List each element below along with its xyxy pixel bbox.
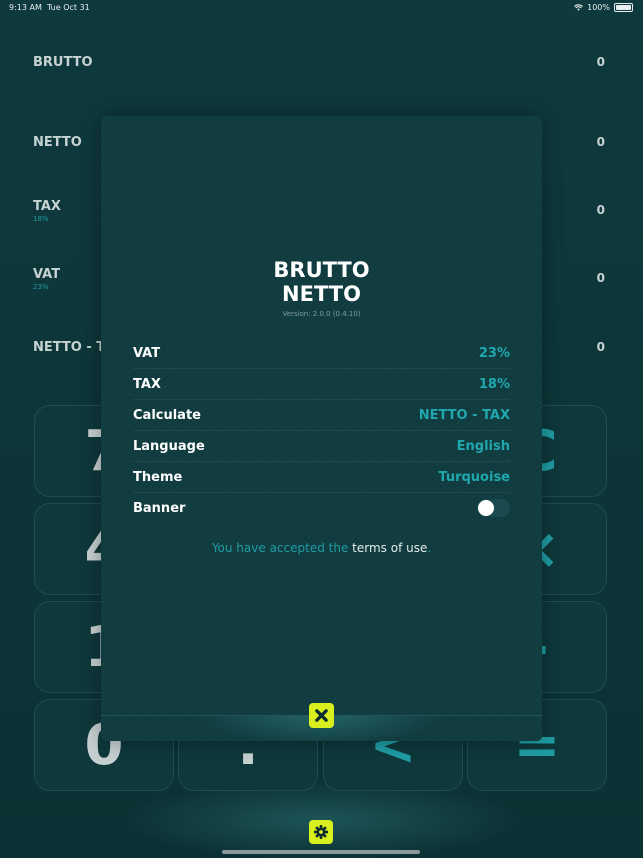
row-value: 0	[596, 203, 605, 217]
row-value: 0	[596, 55, 605, 69]
setting-label: TAX	[133, 376, 161, 392]
setting-calculate[interactable]: Calculate NETTO - TAX	[133, 400, 510, 431]
close-icon	[315, 709, 328, 722]
row-value: 0	[596, 135, 605, 149]
close-button[interactable]	[309, 703, 334, 728]
status-right: 100%	[574, 3, 633, 12]
status-bar: 9:13 AM Tue Oct 31 100%	[0, 0, 643, 16]
row-label: BRUTTO	[33, 55, 93, 70]
setting-value: Turquoise	[438, 469, 510, 485]
settings-modal: BRUTTO NETTO Version: 2.0.0 (0.4.10) VAT…	[101, 116, 542, 741]
settings-list: VAT 23% TAX 18% Calculate NETTO - TAX La…	[133, 338, 510, 523]
setting-value: English	[456, 438, 510, 454]
setting-value: 23%	[478, 345, 510, 361]
setting-theme[interactable]: Theme Turquoise	[133, 462, 510, 493]
app-title: BRUTTO NETTO	[273, 258, 370, 306]
battery-percent: 100%	[587, 3, 610, 12]
setting-value: 18%	[478, 376, 510, 392]
setting-vat[interactable]: VAT 23%	[133, 338, 510, 369]
home-indicator	[222, 850, 420, 854]
toggle-knob	[478, 500, 494, 516]
row-value: 0	[596, 271, 605, 285]
setting-value: NETTO - TAX	[418, 407, 510, 423]
setting-label: Language	[133, 438, 205, 454]
banner-toggle[interactable]	[477, 499, 510, 517]
version-label: Version: 2.0.0 (0.4.10)	[282, 310, 361, 318]
gear-icon	[314, 825, 328, 839]
settings-button[interactable]	[309, 820, 333, 844]
setting-label: Banner	[133, 500, 186, 516]
terms-link[interactable]: terms of use	[352, 541, 427, 555]
setting-banner: Banner	[133, 493, 510, 523]
wifi-icon	[574, 4, 584, 11]
setting-label: Calculate	[133, 407, 201, 423]
row-value: 0	[596, 340, 605, 354]
setting-tax[interactable]: TAX 18%	[133, 369, 510, 400]
setting-language[interactable]: Language English	[133, 431, 510, 462]
status-time: 9:13 AM Tue Oct 31	[9, 3, 90, 12]
setting-label: Theme	[133, 469, 183, 485]
setting-label: VAT	[133, 345, 161, 361]
row-brutto[interactable]: BRUTTO 0	[33, 55, 605, 70]
terms-notice: You have accepted the terms of use.	[211, 541, 432, 555]
battery-icon	[614, 3, 633, 12]
